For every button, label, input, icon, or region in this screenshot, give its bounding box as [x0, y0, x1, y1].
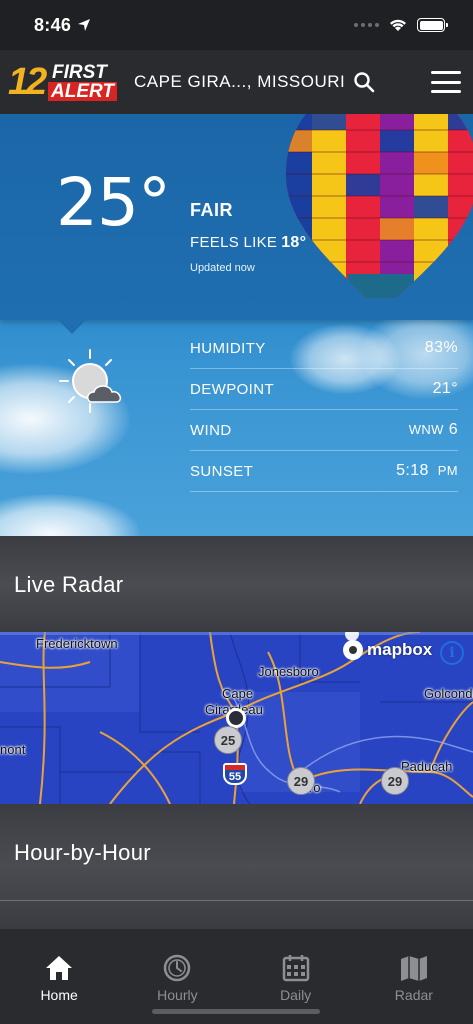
route-badge-25: 25: [214, 726, 242, 754]
feels-like: FEELS LIKE 18°: [190, 234, 307, 251]
hot-air-balloon-image: [285, 114, 473, 298]
sunset-row: SUNSET 5:18 PM: [190, 451, 458, 492]
map-label-cape: Cape: [222, 686, 254, 701]
current-location-pin: [226, 708, 246, 728]
tab-radar[interactable]: Radar: [355, 929, 473, 1024]
map-label-fredericktown: Fredericktown: [36, 636, 118, 651]
mapbox-mark-icon: [343, 640, 363, 660]
route-badge-29: 29: [287, 767, 315, 795]
dewpoint-row: DEWPOINT 21°: [190, 369, 458, 410]
details-list: HUMIDITY 83% DEWPOINT 21° WIND WNW 6 SUN…: [190, 328, 458, 492]
map-label-jonesboro: Jonesboro: [258, 664, 319, 679]
status-bar: 8:46: [0, 0, 473, 50]
home-indicator: [152, 1009, 320, 1014]
hour-by-hour-section[interactable]: Hour-by-Hour: [0, 804, 473, 929]
map-icon: [400, 956, 427, 981]
hour-by-hour-title: Hour-by-Hour: [14, 840, 151, 865]
tab-home[interactable]: Home: [0, 929, 118, 1024]
map-label-golconda: Golconda: [424, 686, 473, 701]
current-conditions: 25° FAIR FEELS LIKE 18° Updated now HUMID…: [0, 114, 473, 536]
mapbox-logo: mapbox: [343, 640, 432, 660]
condition-text: FAIR: [190, 200, 234, 220]
clock-icon: [164, 954, 191, 982]
updated-text: Updated now: [190, 262, 255, 274]
route-badge-29-east: 29: [381, 767, 409, 795]
location-arrow-icon: [78, 19, 91, 31]
interstate-shield-55: 55: [223, 763, 247, 785]
location-label[interactable]: CAPE GIRA..., MISSOURI: [134, 72, 345, 92]
calendar-icon: [282, 955, 309, 982]
live-radar-header[interactable]: Live Radar: [0, 536, 473, 632]
wifi-icon: [390, 19, 406, 31]
partly-cloudy-icon: [59, 349, 122, 413]
battery-icon: [417, 18, 448, 32]
map-label-nont: nont: [0, 742, 26, 757]
current-temperature: 25°: [56, 164, 171, 241]
status-time: 8:46: [34, 14, 72, 35]
map-label-paducah: Paducah: [401, 759, 453, 774]
wind-row: WIND WNW 6: [190, 410, 458, 451]
radar-map[interactable]: Fredericktown Jonesboro Cape Girardeau G…: [0, 632, 473, 804]
search-icon[interactable]: [353, 71, 375, 93]
signal-icon: [354, 23, 379, 27]
panel-pointer: [58, 320, 86, 334]
first-alert-logo: 12 FIRST ALERT: [8, 61, 118, 103]
live-radar-title: Live Radar: [14, 572, 124, 597]
hourly-row-peek: [0, 900, 473, 929]
map-info-icon[interactable]: i: [440, 641, 464, 665]
humidity-row: HUMIDITY 83%: [190, 328, 458, 369]
home-icon: [46, 956, 73, 980]
app-header: 12 FIRST ALERT CAPE GIRA..., MISSOURI: [0, 50, 473, 114]
hamburger-menu-icon[interactable]: [431, 71, 461, 93]
